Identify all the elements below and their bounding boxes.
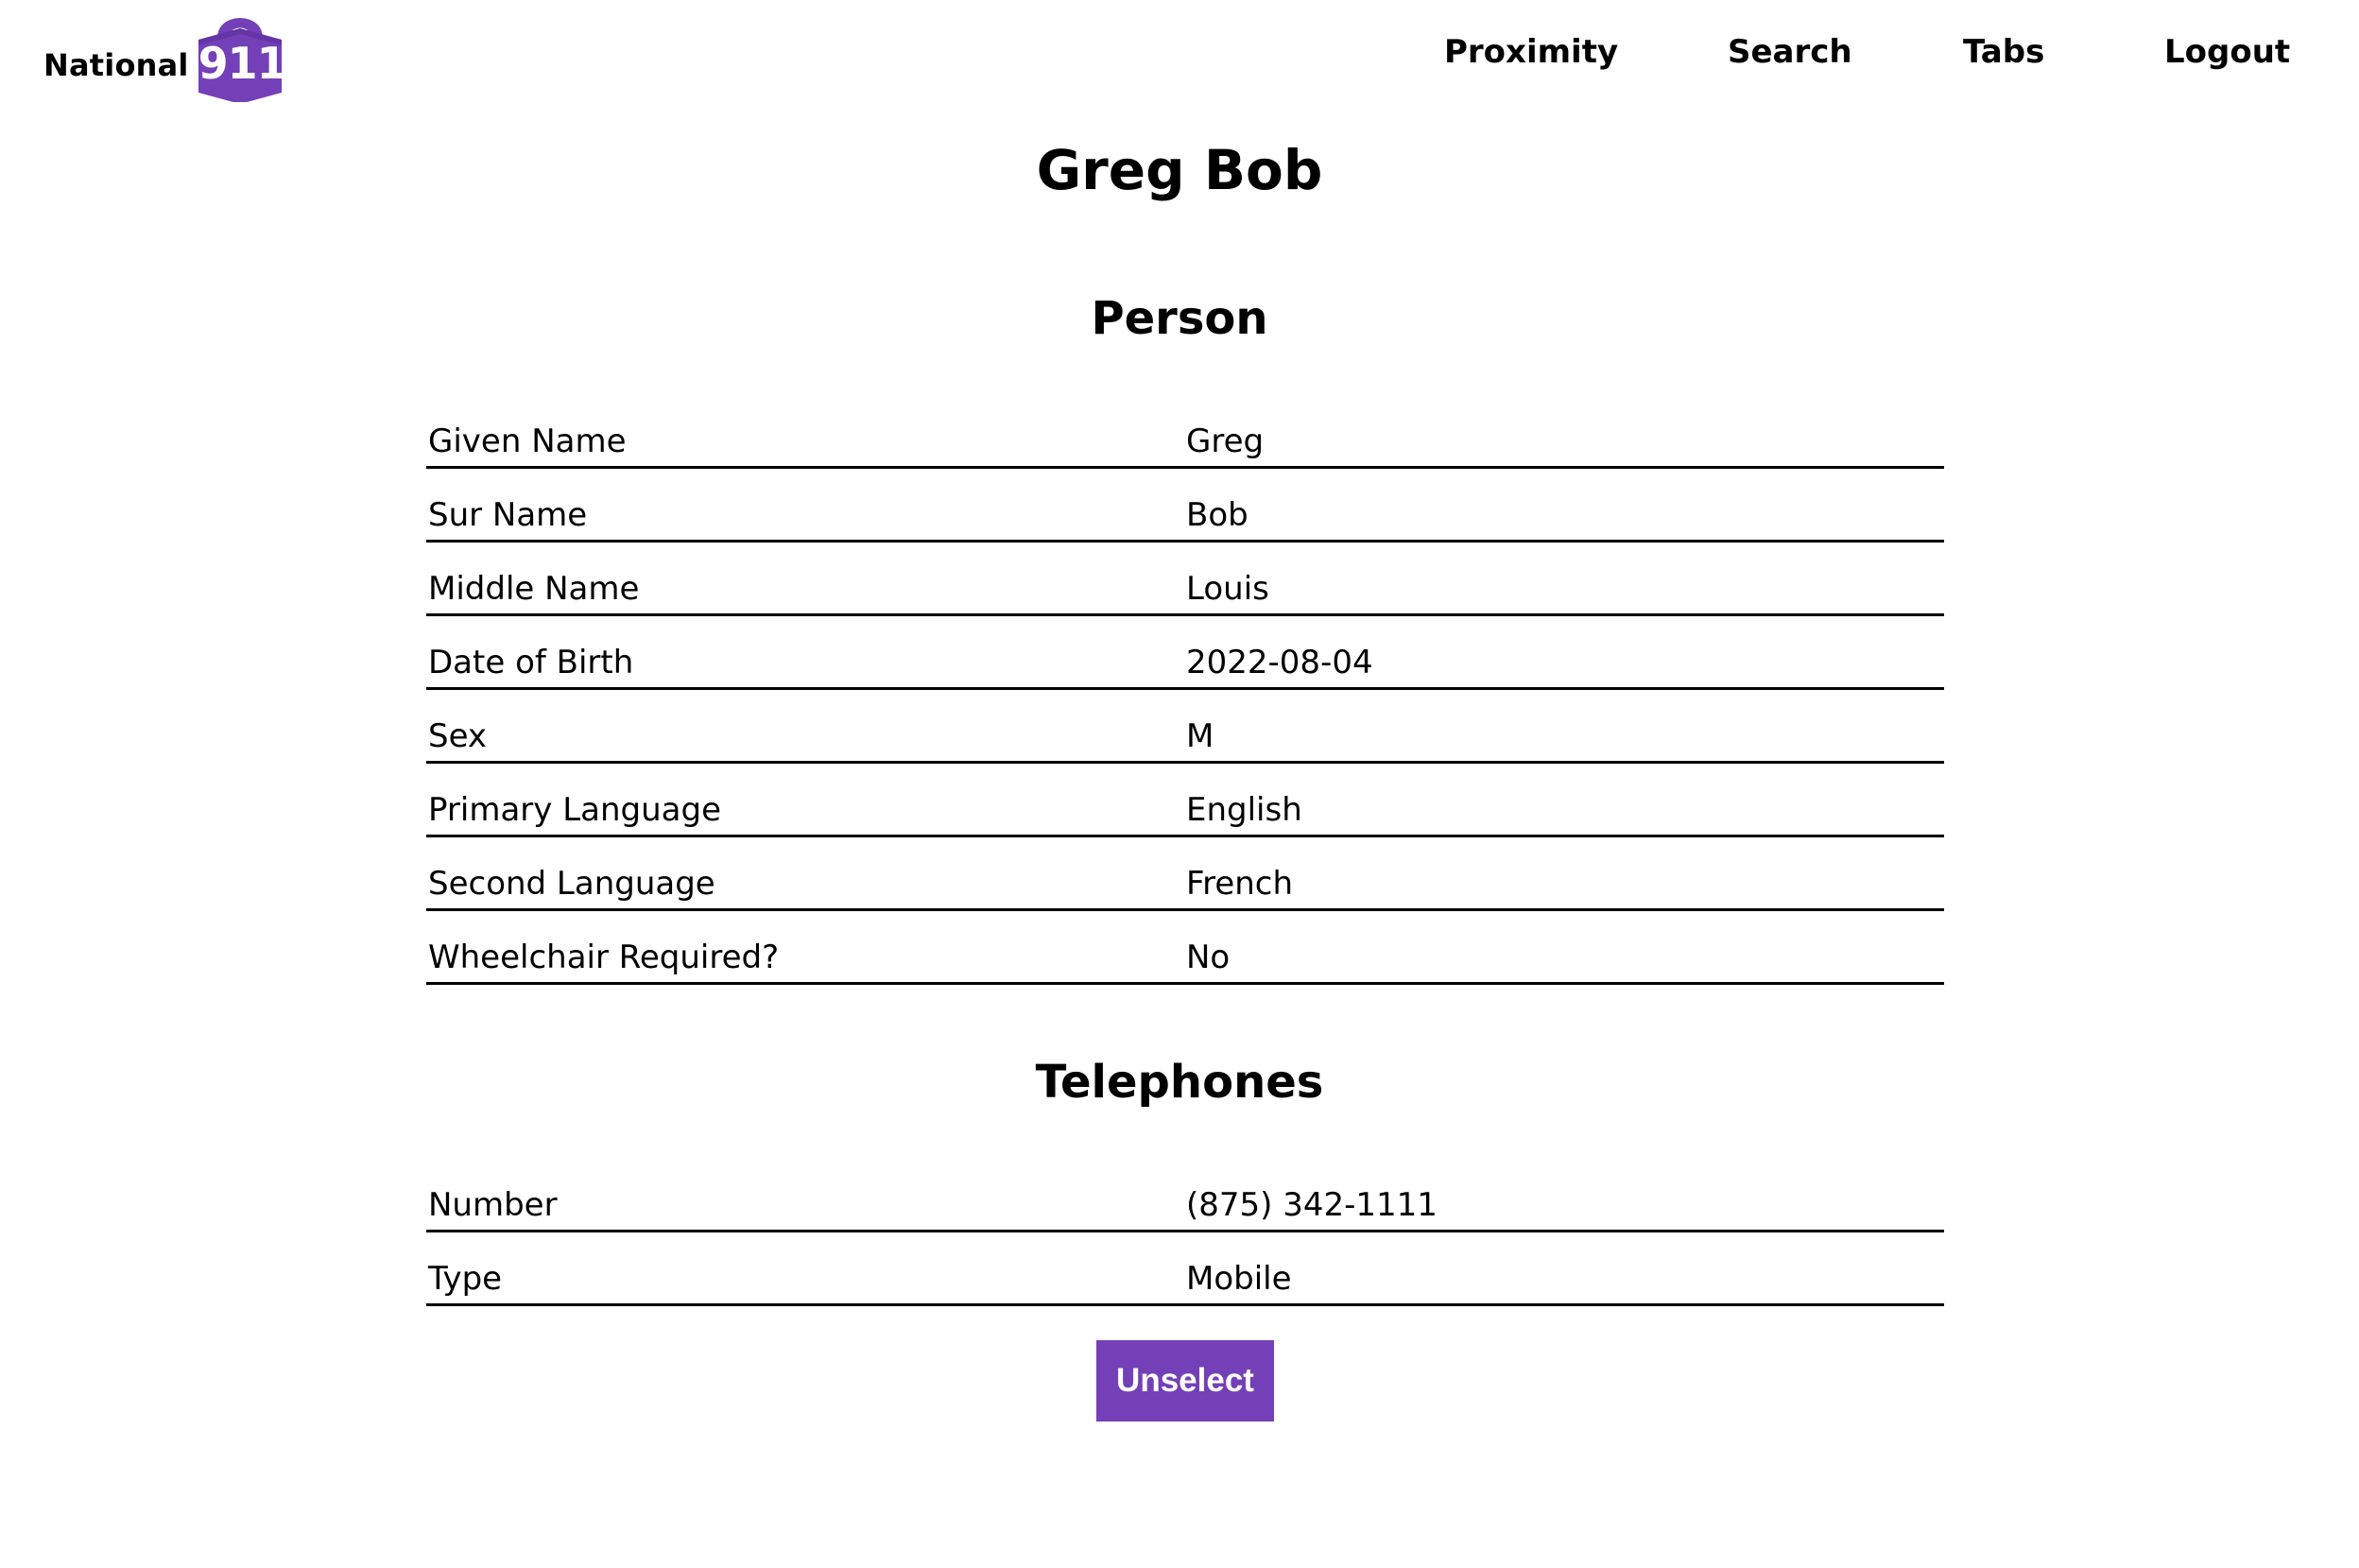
table-row: Given Name Greg bbox=[426, 393, 1944, 469]
given-name-value: Greg bbox=[1184, 393, 1944, 469]
nav-search-link[interactable]: Search bbox=[1728, 28, 1852, 76]
page-title: Greg Bob bbox=[1036, 138, 1323, 202]
given-name-label: Given Name bbox=[426, 393, 1184, 469]
middle-name-label: Middle Name bbox=[426, 541, 1184, 616]
table-row: Second Language French bbox=[426, 836, 1944, 911]
nav-proximity-link[interactable]: Proximity bbox=[1444, 28, 1618, 76]
phone-number-label: Number bbox=[426, 1157, 1184, 1232]
telephones-section-title: Telephones bbox=[1035, 1056, 1324, 1109]
second-language-label: Second Language bbox=[426, 836, 1184, 911]
middle-name-value: Louis bbox=[1184, 541, 1944, 616]
sur-name-label: Sur Name bbox=[426, 467, 1184, 543]
table-row: Date of Birth 2022-08-04 bbox=[426, 614, 1944, 690]
primary-language-label: Primary Language bbox=[426, 762, 1184, 837]
person-section-title: Person bbox=[1091, 292, 1268, 345]
table-row: Sur Name Bob bbox=[426, 467, 1944, 543]
main-nav: Proximity Search Tabs Logout bbox=[0, 28, 2359, 76]
date-of-birth-label: Date of Birth bbox=[426, 614, 1184, 690]
person-details-table: Given Name Greg Sur Name Bob Middle Name… bbox=[426, 393, 1944, 985]
top-header: National 911 Proximity Search Tabs Logou… bbox=[0, 0, 2359, 113]
unselect-button[interactable]: Unselect bbox=[1096, 1340, 1274, 1422]
table-row: Type Mobile bbox=[426, 1231, 1944, 1306]
phone-number-value: (875) 342-1111 bbox=[1184, 1157, 1944, 1232]
table-row: Primary Language English bbox=[426, 762, 1944, 837]
telephones-table: Number (875) 342-1111 Type Mobile bbox=[426, 1157, 1944, 1306]
table-row: Middle Name Louis bbox=[426, 541, 1944, 616]
wheelchair-required-value: No bbox=[1184, 909, 1944, 985]
table-row: Sex M bbox=[426, 688, 1944, 764]
phone-type-label: Type bbox=[426, 1231, 1184, 1306]
phone-type-value: Mobile bbox=[1184, 1231, 1944, 1306]
primary-language-value: English bbox=[1184, 762, 1944, 837]
second-language-value: French bbox=[1184, 836, 1944, 911]
sur-name-value: Bob bbox=[1184, 467, 1944, 543]
table-row: Wheelchair Required? No bbox=[426, 909, 1944, 985]
sex-value: M bbox=[1184, 688, 1944, 764]
nav-logout-link[interactable]: Logout bbox=[2164, 28, 2290, 76]
nav-tabs-link[interactable]: Tabs bbox=[1963, 28, 2044, 76]
sex-label: Sex bbox=[426, 688, 1184, 764]
date-of-birth-value: 2022-08-04 bbox=[1184, 614, 1944, 690]
table-row: Number (875) 342-1111 bbox=[426, 1157, 1944, 1232]
wheelchair-required-label: Wheelchair Required? bbox=[426, 909, 1184, 985]
